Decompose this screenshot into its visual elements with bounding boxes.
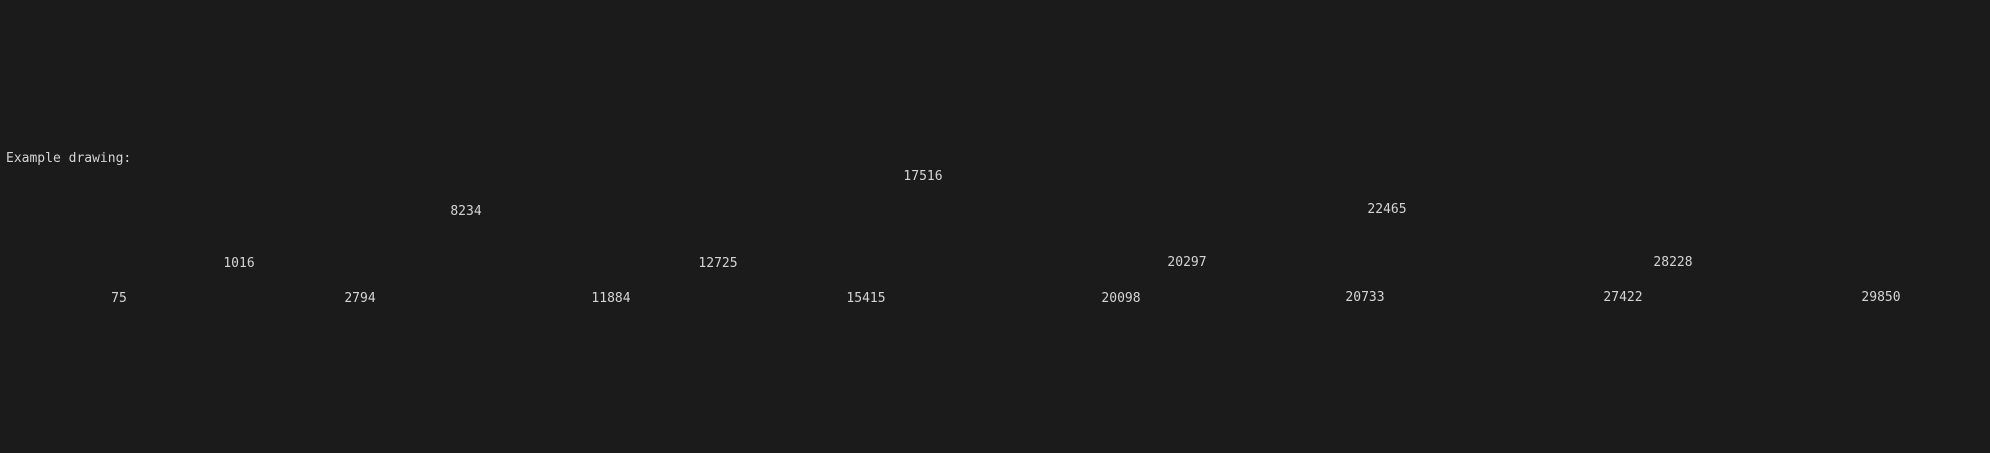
tree-leaf: 27422 xyxy=(1603,290,1643,305)
console-output: Example drawing: 17516 8234 22465 1016 1… xyxy=(0,0,1990,453)
tree-leaf: 75 xyxy=(111,291,127,306)
tree-leaf: 15415 xyxy=(846,291,886,306)
tree-leaf: 20733 xyxy=(1345,290,1385,305)
tree-node: 22465 xyxy=(1367,202,1407,217)
tree-leaf: 11884 xyxy=(591,291,631,306)
tree-leaf: 20098 xyxy=(1101,291,1141,306)
tree-node: 1016 xyxy=(223,256,255,271)
tree-node-root: 17516 xyxy=(903,169,943,184)
tree-node: 8234 xyxy=(450,204,482,219)
tree-leaf: 2794 xyxy=(344,291,376,306)
tree-node: 20297 xyxy=(1167,255,1207,270)
drawing-header: Example drawing: xyxy=(6,151,132,166)
tree-node: 12725 xyxy=(698,256,738,271)
tree-node: 28228 xyxy=(1653,255,1693,270)
tree-leaf: 29850 xyxy=(1861,290,1901,305)
